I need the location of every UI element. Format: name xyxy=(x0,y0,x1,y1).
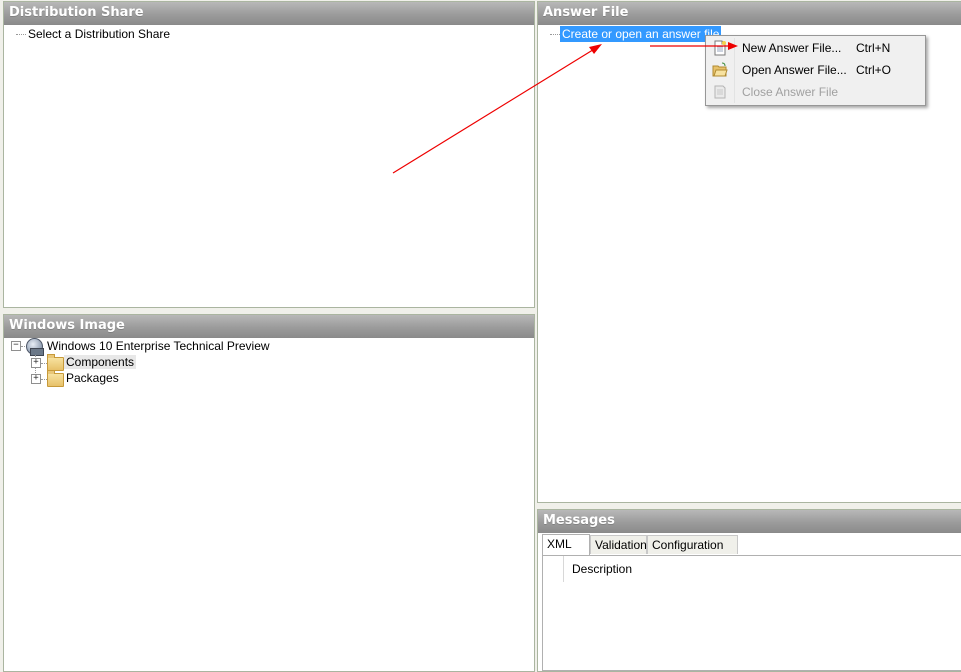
column-header-description[interactable]: Description xyxy=(563,556,632,582)
folder-icon xyxy=(47,370,64,387)
distribution-share-header: Distribution Share xyxy=(4,2,534,25)
expand-icon[interactable]: + xyxy=(31,358,41,368)
collapse-icon[interactable]: − xyxy=(11,341,21,351)
tree-node-windows-image[interactable]: Windows 10 Enterprise Technical Preview xyxy=(47,339,270,353)
tree-node-packages[interactable]: Packages xyxy=(66,371,119,385)
messages-list[interactable]: Description xyxy=(542,555,961,671)
menu-item-shortcut: Ctrl+O xyxy=(856,63,892,77)
tab-xml[interactable]: XML (0) xyxy=(542,534,590,570)
tab-validation[interactable]: Validation xyxy=(590,535,647,554)
menu-item-new-answer-file[interactable]: New Answer File... Ctrl+N xyxy=(708,37,923,59)
tree-connector xyxy=(16,34,26,35)
menu-item-label: Close Answer File xyxy=(742,85,839,99)
windows-image-header: Windows Image xyxy=(4,315,534,338)
messages-pane: Messages XML (0) Validation Configuratio… xyxy=(537,509,961,672)
menu-item-close-answer-file[interactable]: Close Answer File xyxy=(708,81,923,103)
tree-node-components[interactable]: Components xyxy=(64,355,137,369)
menu-item-label: New Answer File... xyxy=(742,41,842,55)
expand-icon[interactable]: + xyxy=(31,374,41,384)
tab-configuration-set[interactable]: Configuration Set xyxy=(647,535,738,571)
answer-file-header: Answer File xyxy=(538,2,961,25)
tree-node-select-distribution-share[interactable]: Select a Distribution Share xyxy=(28,26,170,42)
tree-connector xyxy=(550,34,560,35)
messages-header: Messages xyxy=(538,510,961,533)
distribution-share-pane: Distribution Share Select a Distribution… xyxy=(3,1,535,308)
menu-item-label: Open Answer File... xyxy=(742,63,847,77)
new-file-icon xyxy=(714,40,726,56)
windows-image-icon xyxy=(26,338,44,356)
close-file-icon xyxy=(714,85,726,99)
tree-node-create-or-open-answer-file[interactable]: Create or open an answer file xyxy=(560,26,722,42)
menu-item-open-answer-file[interactable]: Open Answer File... Ctrl+O xyxy=(708,59,923,81)
open-folder-icon xyxy=(712,62,728,77)
folder-icon xyxy=(47,354,64,371)
windows-image-pane: Windows Image − Windows 10 Enterprise Te… xyxy=(3,314,535,672)
menu-item-shortcut: Ctrl+N xyxy=(856,41,891,55)
answer-file-context-menu: New Answer File... Ctrl+N Open Answer Fi… xyxy=(705,35,926,106)
